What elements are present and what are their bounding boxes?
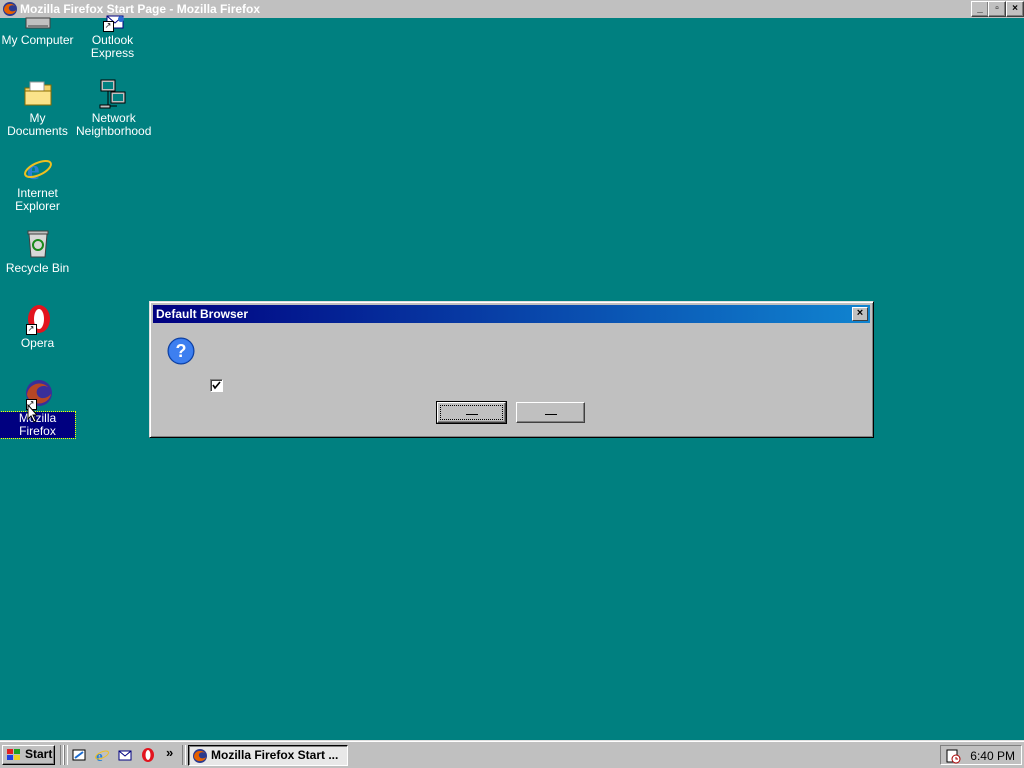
firefox-icon bbox=[193, 749, 207, 763]
taskbar: Start e » Mozilla Firefox Start ... 6:40… bbox=[0, 740, 1024, 768]
windows-logo-icon bbox=[7, 749, 20, 760]
desktop-icon-recycle-bin[interactable]: Recycle Bin bbox=[0, 228, 75, 275]
question-icon: ? bbox=[167, 337, 195, 365]
outlook-express-icon: ↗ bbox=[97, 14, 129, 32]
focus-rect bbox=[440, 405, 503, 420]
show-desktop-icon[interactable] bbox=[71, 747, 87, 763]
svg-text:e: e bbox=[96, 749, 103, 763]
recycle-bin-icon bbox=[22, 228, 54, 260]
dialog-title: Default Browser bbox=[156, 307, 249, 321]
scheduler-icon[interactable] bbox=[945, 748, 961, 764]
outlook-express-icon[interactable] bbox=[117, 747, 133, 763]
shortcut-arrow-icon: ↗ bbox=[25, 324, 37, 335]
quicklaunch-more-chevron[interactable]: » bbox=[166, 745, 173, 760]
firefox-window-titlebar[interactable]: Mozilla Firefox Start Page - Mozilla Fir… bbox=[0, 0, 1024, 18]
system-tray: 6:40 PM bbox=[940, 745, 1022, 765]
svg-text:?: ? bbox=[176, 341, 187, 361]
network-icon bbox=[97, 78, 129, 110]
close-window-button[interactable]: × bbox=[1006, 1, 1024, 17]
clock[interactable]: 6:40 PM bbox=[970, 749, 1015, 763]
desktop-icon-outlook-express[interactable]: ↗ Outlook Express bbox=[75, 14, 150, 60]
start-button[interactable]: Start bbox=[2, 745, 55, 765]
folder-icon bbox=[22, 78, 54, 110]
dialog-checkbox[interactable] bbox=[210, 379, 223, 392]
shortcut-arrow-icon: ↗ bbox=[102, 21, 114, 32]
default-browser-dialog: Default Browser × ? bbox=[149, 301, 874, 438]
desktop-icon-my-computer[interactable]: My Computer bbox=[0, 14, 75, 47]
desktop-icon-my-documents[interactable]: My Documents bbox=[0, 78, 75, 138]
computer-icon bbox=[22, 14, 54, 32]
opera-icon: ↗ bbox=[22, 303, 54, 335]
taskbar-separator bbox=[64, 745, 68, 765]
desktop-icon-opera[interactable]: ↗ Opera bbox=[0, 303, 75, 350]
internet-explorer-icon: e bbox=[22, 153, 54, 186]
dialog-button-secondary[interactable] bbox=[516, 402, 585, 423]
desktop-icon-internet-explorer[interactable]: e Internet Explorer bbox=[0, 153, 75, 213]
restore-button[interactable]: ▫ bbox=[988, 1, 1006, 17]
svg-text:e: e bbox=[27, 155, 39, 185]
button-accel-underline bbox=[544, 403, 557, 415]
dialog-close-button[interactable]: × bbox=[852, 307, 868, 321]
taskbar-button-firefox[interactable]: Mozilla Firefox Start ... bbox=[188, 745, 348, 766]
checkmark-icon bbox=[212, 381, 221, 390]
mouse-cursor-icon bbox=[27, 404, 39, 423]
opera-icon[interactable] bbox=[140, 747, 156, 763]
taskbar-separator bbox=[182, 745, 186, 765]
minimize-button[interactable]: _ bbox=[971, 1, 989, 17]
dialog-titlebar[interactable]: Default Browser × bbox=[153, 305, 870, 323]
internet-explorer-icon[interactable]: e bbox=[94, 747, 110, 763]
dialog-button-primary[interactable] bbox=[436, 401, 507, 424]
desktop-icon-network-neighborhood[interactable]: Network Neighborhood bbox=[75, 78, 151, 138]
